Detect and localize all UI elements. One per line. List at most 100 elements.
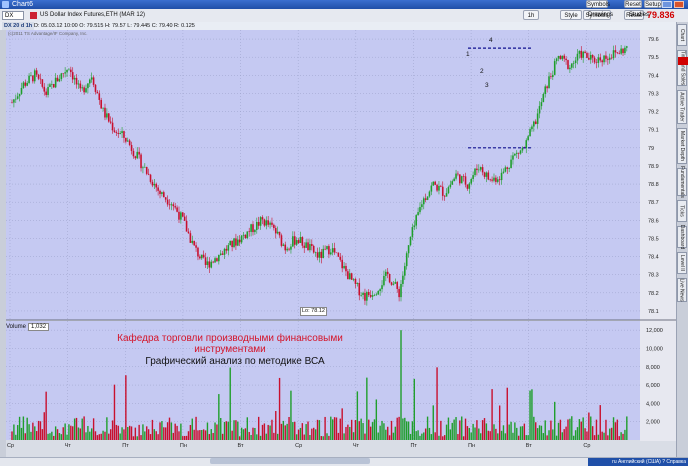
- volume-bar: [472, 423, 474, 440]
- volume-bar: [525, 435, 527, 440]
- candle-body: [546, 86, 548, 89]
- volume-bar: [569, 418, 571, 440]
- candle-body: [71, 72, 74, 80]
- volume-bar: [350, 419, 353, 440]
- candle-body: [311, 244, 313, 246]
- volume-bar: [318, 420, 321, 440]
- candle-body: [89, 79, 91, 84]
- candle-body: [263, 219, 266, 226]
- candle-body: [85, 88, 87, 93]
- candle-body: [529, 129, 531, 137]
- volume-bar: [267, 424, 269, 440]
- volume-bar: [35, 431, 38, 440]
- candle-body: [238, 239, 241, 243]
- candle-body: [13, 99, 15, 103]
- candle-body: [607, 58, 609, 60]
- volume-bar: [341, 408, 343, 440]
- candle-body: [60, 73, 63, 80]
- candle-body: [77, 83, 80, 85]
- style-button[interactable]: Style: [560, 10, 582, 20]
- volume-bar: [223, 421, 226, 440]
- drawings-button[interactable]: Drawings: [588, 10, 618, 21]
- volume-bar: [172, 432, 174, 440]
- right-tab-0[interactable]: Chart: [677, 24, 687, 46]
- candle-body: [455, 173, 457, 179]
- chart-area[interactable]: 79.6 79.5 79.4 79.3 79.2 79.1 79 78.9 78.8 78.7 78…: [6, 30, 676, 457]
- symbols-top-button[interactable]: Symbols: [586, 0, 610, 8]
- studies-button[interactable]: Studies: [625, 10, 649, 21]
- right-tab-6[interactable]: Dashboard: [677, 225, 687, 249]
- volume-bar: [18, 416, 21, 440]
- right-tab-4[interactable]: Fundamentals: [677, 166, 687, 198]
- candle-body: [199, 256, 201, 259]
- candle-body: [193, 240, 195, 246]
- volume-bar: [519, 426, 522, 440]
- low-price-label: Lo: 78.12: [300, 307, 327, 316]
- volume-bar: [516, 427, 518, 440]
- setup-button[interactable]: Setup: [644, 0, 662, 8]
- candle-body: [589, 54, 592, 60]
- candle-body: [572, 63, 575, 64]
- symbol-input[interactable]: DX: [2, 11, 24, 20]
- right-tab-5[interactable]: Ticks: [677, 200, 687, 222]
- candle-body: [358, 282, 361, 296]
- reset-top-button[interactable]: Reset: [624, 0, 642, 8]
- volume-bar: [337, 432, 340, 440]
- candle-body: [580, 50, 583, 58]
- candle-body: [314, 252, 317, 253]
- candle-body: [168, 204, 171, 206]
- right-tab-label: Live News: [679, 278, 686, 302]
- candle-body: [164, 197, 167, 200]
- volume-bar: [565, 426, 567, 440]
- volume-bar: [333, 417, 336, 440]
- candle-body: [259, 217, 262, 226]
- candle-body: [610, 57, 613, 59]
- right-tab-2[interactable]: Active Trader: [677, 90, 687, 124]
- candle-body: [478, 169, 480, 171]
- volume-bar: [187, 431, 190, 440]
- volume-bar: [352, 432, 355, 440]
- candle-body: [514, 153, 516, 156]
- volume-bar: [603, 432, 605, 440]
- volume-bar: [364, 433, 366, 440]
- volume-bar: [128, 425, 131, 440]
- candle-body: [297, 240, 300, 243]
- interval-selector[interactable]: 1h: [523, 10, 539, 20]
- price-pane: [6, 30, 640, 320]
- volume-bar: [235, 420, 237, 440]
- volume-bar: [60, 434, 63, 440]
- candle-body: [443, 195, 446, 197]
- candle-body: [422, 198, 425, 205]
- volume-bar: [106, 417, 108, 440]
- candle-body: [106, 113, 108, 118]
- candle-body: [293, 236, 296, 245]
- candle-body: [481, 167, 484, 173]
- volume-bar: [282, 420, 285, 440]
- volume-bar: [316, 419, 319, 440]
- candle-body: [333, 248, 336, 253]
- volume-bar: [457, 434, 459, 440]
- candle-body: [242, 234, 245, 236]
- candle-body: [254, 229, 256, 233]
- candle-body: [576, 53, 579, 61]
- candle-body: [14, 98, 17, 100]
- right-tab-3[interactable]: Market Depth: [677, 128, 687, 164]
- horizontal-scrollbar[interactable]: [210, 458, 370, 464]
- candle-body: [525, 140, 528, 149]
- right-tab-1[interactable]: Time and Sales: [677, 50, 687, 86]
- right-tab-8[interactable]: Live News: [677, 278, 687, 302]
- volume-bar: [561, 432, 564, 440]
- price-marker: [678, 57, 688, 65]
- volume-bar: [286, 423, 288, 440]
- volume-bar: [104, 431, 106, 440]
- candle-body: [180, 212, 182, 220]
- candle-body: [502, 171, 505, 173]
- candle-body: [339, 256, 342, 260]
- volume-bar: [354, 420, 357, 440]
- volume-bar: [445, 424, 448, 440]
- right-tab-label: Active Trader: [679, 92, 685, 122]
- candle-body: [102, 107, 104, 109]
- right-tab-7[interactable]: Level II: [677, 252, 687, 274]
- volume-bar: [387, 426, 389, 440]
- volume-bar: [159, 422, 161, 440]
